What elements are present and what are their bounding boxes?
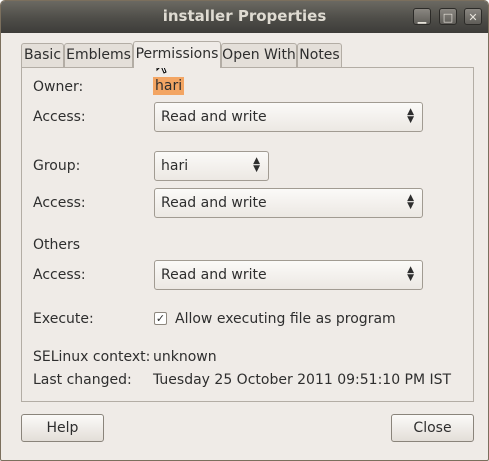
check-icon: ✓ (155, 312, 166, 325)
execute-label: Execute: (33, 311, 94, 327)
group-dropdown[interactable]: hari ▲ ▼ (154, 151, 269, 181)
up-down-arrows-icon: ▲ ▼ (407, 265, 414, 283)
minimize-icon: ▁ (417, 11, 427, 24)
owner-label: Owner: (33, 79, 84, 95)
tab-emblems[interactable]: Emblems (64, 43, 133, 67)
owner-access-label: Access: (33, 109, 86, 125)
maximize-button[interactable]: □ (439, 8, 457, 25)
selinux-value: unknown (153, 349, 217, 365)
up-down-arrows-icon: ▲ ▼ (407, 193, 414, 211)
minimize-button[interactable]: ▁ (413, 8, 431, 25)
tab-notes[interactable]: Notes (297, 43, 342, 67)
execute-checkbox-label[interactable]: Allow executing file as program (175, 311, 396, 327)
tab-open-with[interactable]: Open With (221, 43, 297, 67)
selinux-label: SELinux context: (33, 349, 151, 365)
tab-permissions[interactable]: Permissions (133, 41, 221, 68)
close-window-button[interactable]: ✕ (464, 8, 482, 25)
close-icon: ✕ (468, 11, 478, 24)
title-bar[interactable]: installer Properties ▁ □ ✕ (1, 1, 488, 33)
close-button[interactable]: Close (391, 414, 474, 442)
others-access-value: Read and write (161, 267, 267, 283)
group-value: hari (161, 158, 189, 174)
others-access-label: Access: (33, 267, 86, 283)
owner-access-value: Read and write (161, 109, 267, 125)
owner-access-dropdown[interactable]: Read and write ▲ ▼ (154, 102, 423, 132)
group-label: Group: (33, 158, 81, 174)
execute-checkbox[interactable]: ✓ (154, 312, 167, 325)
up-down-arrows-icon: ▲ ▼ (253, 156, 260, 174)
group-access-dropdown[interactable]: Read and write ▲ ▼ (154, 188, 423, 218)
group-access-label: Access: (33, 195, 86, 211)
up-down-arrows-icon: ▲ ▼ (407, 107, 414, 125)
group-access-value: Read and write (161, 195, 267, 211)
others-label: Others (33, 237, 81, 253)
others-access-dropdown[interactable]: Read and write ▲ ▼ (154, 260, 423, 290)
tab-basic[interactable]: Basic (21, 43, 64, 67)
help-button[interactable]: Help (21, 414, 104, 442)
maximize-icon: □ (442, 11, 454, 24)
last-changed-label: Last changed: (33, 372, 132, 388)
properties-window: installer Properties ▁ □ ✕ Basic Emblems… (0, 0, 489, 461)
owner-value: hari (153, 77, 185, 95)
last-changed-value: Tuesday 25 October 2011 09:51:10 PM IST (153, 372, 452, 388)
